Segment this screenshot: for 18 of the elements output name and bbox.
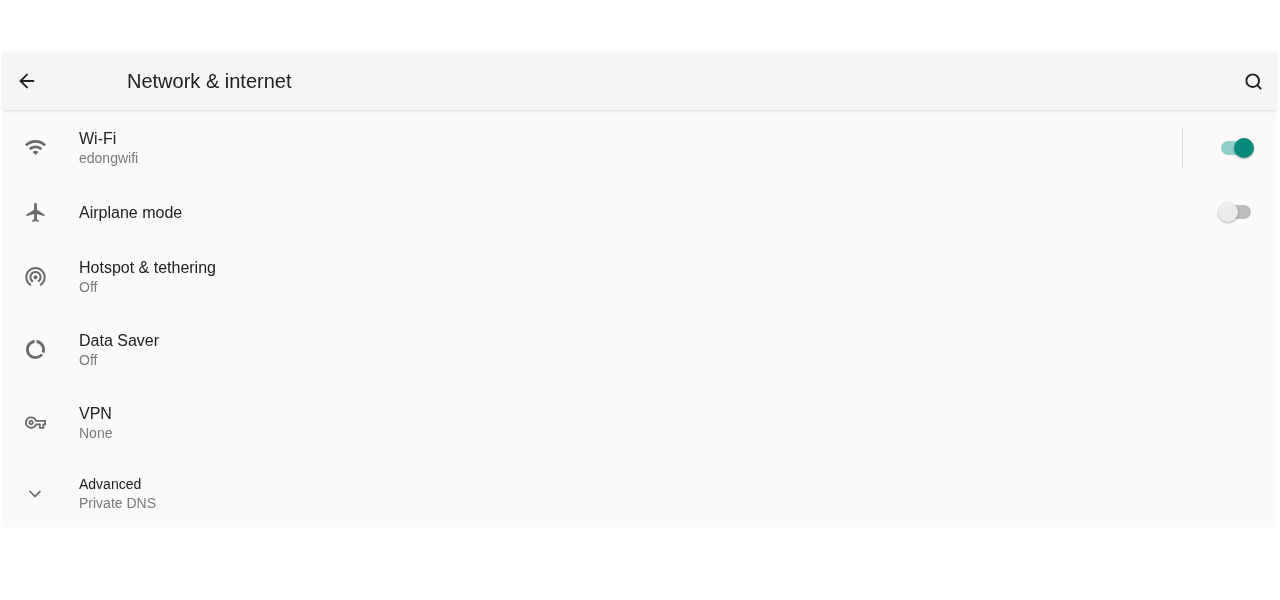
item-summary: edongwifi — [79, 148, 139, 168]
item-title: Hotspot & tethering — [79, 257, 216, 278]
key-icon — [24, 413, 46, 432]
item-summary: Private DNS — [79, 493, 157, 513]
item-summary: Off — [79, 350, 98, 370]
item-title: VPN — [79, 403, 112, 424]
page-title: Network & internet — [127, 69, 292, 94]
item-summary: None — [79, 423, 113, 443]
wifi-icon — [24, 138, 46, 157]
airplane-icon — [24, 202, 46, 222]
hotspot-icon — [24, 267, 46, 286]
item-title: Airplane mode — [79, 202, 183, 223]
search-button[interactable] — [1242, 70, 1264, 92]
circle-arc-icon — [24, 340, 46, 359]
item-title: Advanced — [79, 474, 142, 494]
item-summary: Off — [79, 277, 98, 297]
item-title: Wi-Fi — [79, 128, 117, 149]
item-title: Data Saver — [79, 330, 160, 351]
